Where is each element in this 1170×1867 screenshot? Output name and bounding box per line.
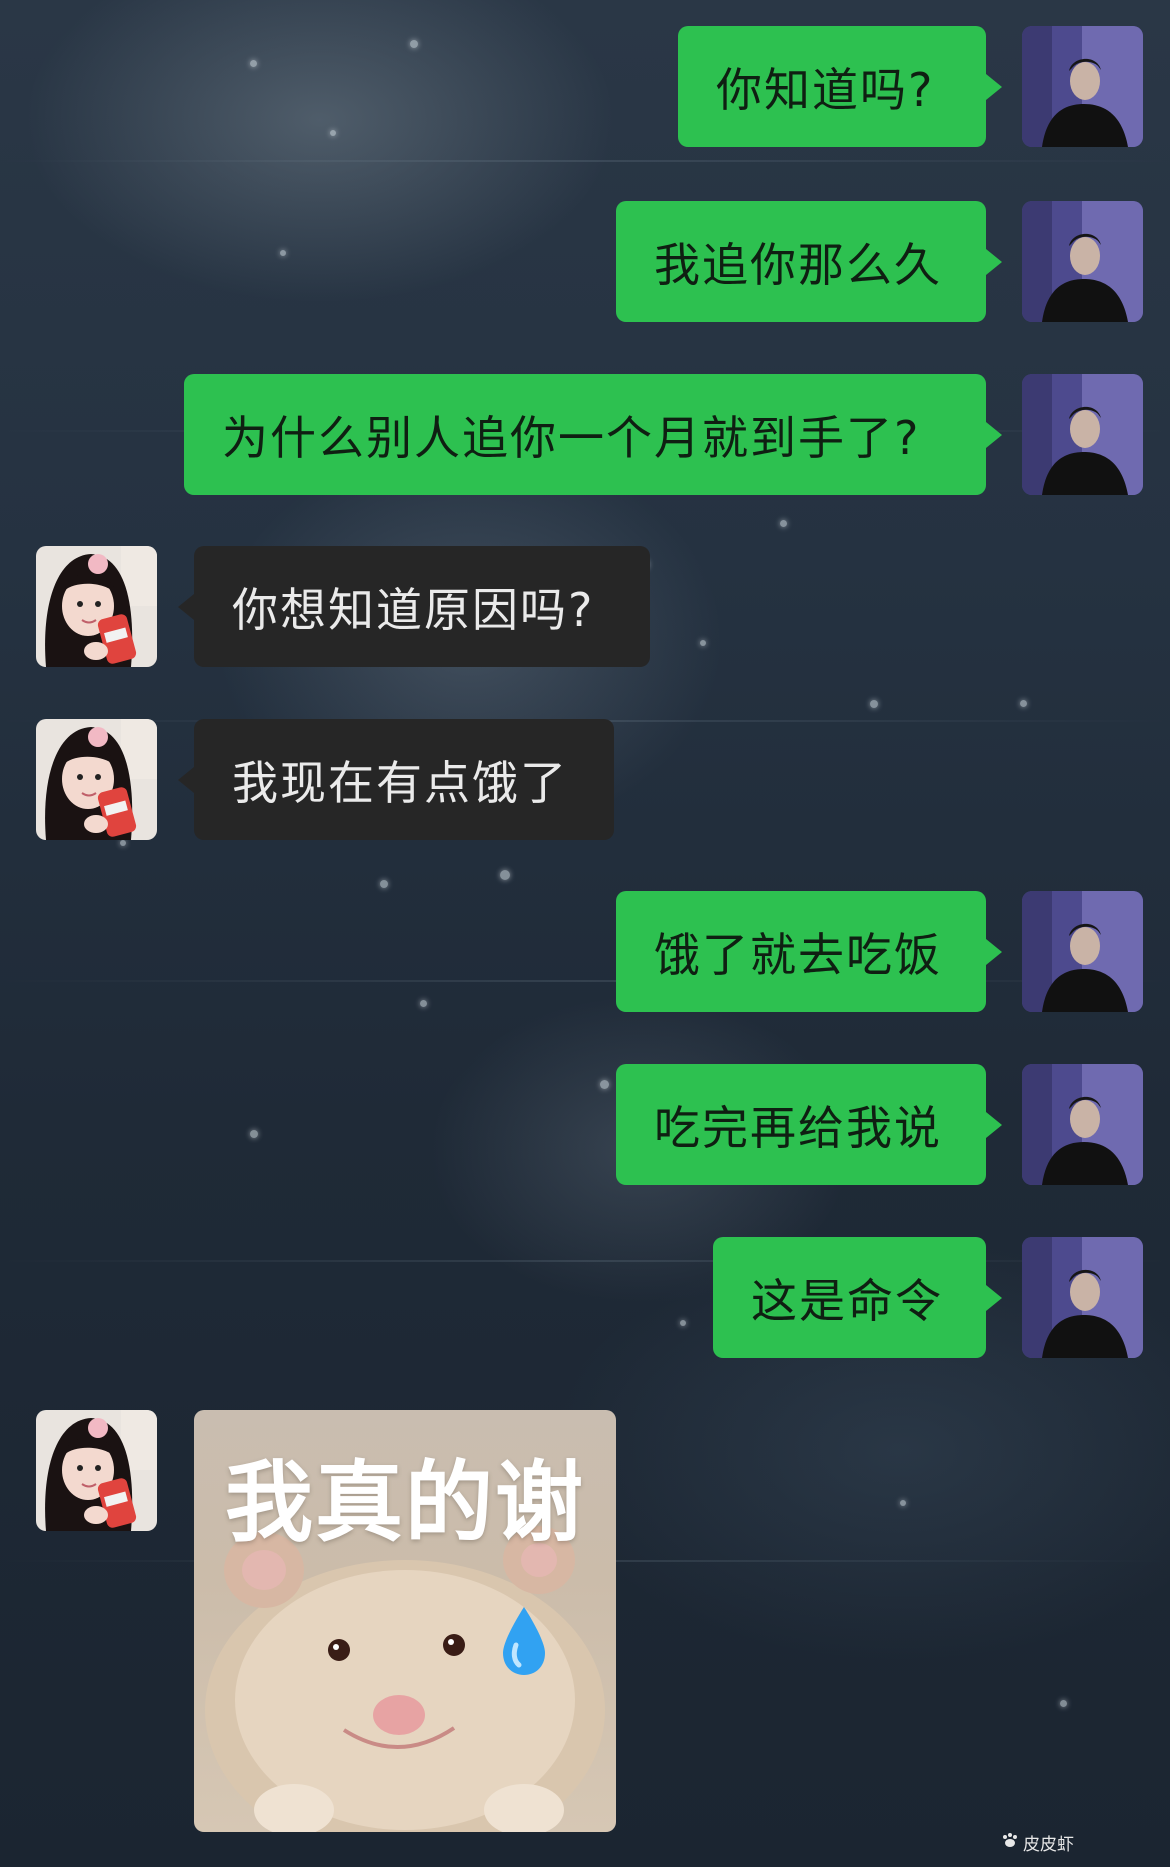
message-text: 饿了就去吃饭 (654, 927, 942, 982)
contact-avatar[interactable] (36, 546, 157, 667)
message-text: 为什么别人追你一个月就到手了? (222, 410, 921, 465)
received-message-bubble[interactable]: 你想知道原因吗? (178, 546, 650, 667)
sent-message-bubble[interactable]: 吃完再给我说 (616, 1064, 1002, 1185)
sender-avatar[interactable] (1022, 374, 1143, 495)
sender-avatar[interactable] (1022, 26, 1143, 147)
sticker-caption: 我真的谢 (224, 1451, 585, 1554)
sender-avatar[interactable] (1022, 1237, 1143, 1358)
contact-avatar[interactable] (36, 719, 157, 840)
bubble-tail (986, 1112, 1002, 1138)
sent-message-bubble[interactable]: 为什么别人追你一个月就到手了? (184, 374, 1002, 495)
bubble-tail (178, 594, 194, 620)
message-text: 我现在有点饿了 (232, 755, 568, 810)
received-message-bubble[interactable]: 我现在有点饿了 (178, 719, 614, 840)
watermark-text: 皮皮虾 (1023, 1835, 1074, 1855)
sent-message-bubble[interactable]: 饿了就去吃饭 (616, 891, 1002, 1012)
bubble-tail (986, 74, 1002, 100)
sent-message-bubble[interactable]: 你知道吗? (678, 26, 1002, 147)
bubble-tail (986, 1285, 1002, 1311)
bubble-tail (178, 767, 194, 793)
sender-avatar[interactable] (1022, 1064, 1143, 1185)
message-text: 你知道吗? (716, 62, 935, 117)
message-text: 你想知道原因吗? (232, 582, 595, 637)
bubble-tail (986, 422, 1002, 448)
sent-message-bubble[interactable]: 我追你那么久 (616, 201, 1002, 322)
hamster-sticker[interactable]: 我真的谢 (194, 1410, 616, 1832)
contact-avatar[interactable] (36, 1410, 157, 1531)
sent-message-bubble[interactable]: 这是命令 (713, 1237, 1002, 1358)
bubble-tail (986, 249, 1002, 275)
paw-icon (1001, 1832, 1019, 1853)
bubble-tail (986, 939, 1002, 965)
sweat-drop-icon (499, 1605, 549, 1681)
message-text: 这是命令 (751, 1273, 943, 1328)
watermark: 皮皮虾 (1001, 1830, 1074, 1855)
message-text: 我追你那么久 (654, 237, 942, 292)
sender-avatar[interactable] (1022, 201, 1143, 322)
message-text: 吃完再给我说 (654, 1100, 942, 1155)
sender-avatar[interactable] (1022, 891, 1143, 1012)
